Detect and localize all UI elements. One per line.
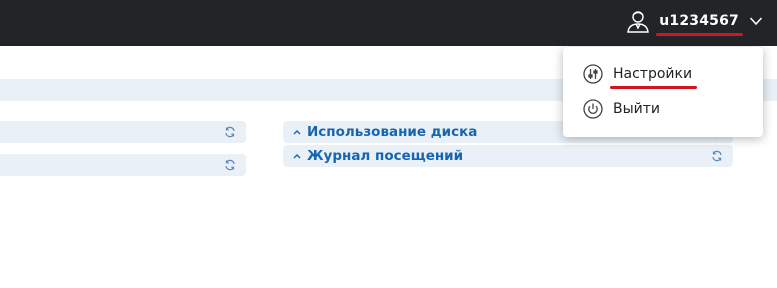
user-menu-toggle[interactable]: u1234567: [625, 0, 763, 42]
left-panel-2[interactable]: [0, 154, 246, 176]
chevron-down-icon[interactable]: [749, 16, 763, 26]
sliders-icon: [583, 64, 603, 84]
user-dropdown-menu: Настройки Выйти: [563, 47, 763, 137]
power-icon: [583, 99, 603, 119]
menu-item-settings-label[interactable]: Настройки: [610, 66, 698, 89]
visit-log-title[interactable]: Журнал посещений: [307, 148, 463, 164]
menu-item-settings[interactable]: Настройки: [583, 61, 698, 89]
menu-item-logout[interactable]: Выйти: [583, 96, 660, 122]
menu-item-logout-label[interactable]: Выйти: [613, 101, 660, 117]
top-bar: u1234567: [0, 0, 777, 46]
left-panel-1[interactable]: [0, 121, 246, 143]
username-text: u1234567: [659, 13, 739, 29]
user-avatar-icon: [627, 11, 650, 33]
settings-text: Настройки: [613, 66, 693, 82]
visit-log-panel[interactable]: Журнал посещений: [283, 145, 733, 167]
username-highlight: [656, 33, 743, 36]
refresh-icon[interactable]: [711, 150, 723, 162]
disk-usage-title[interactable]: Использование диска: [307, 124, 477, 140]
refresh-icon[interactable]: [224, 126, 236, 138]
caret-up-icon[interactable]: [291, 150, 303, 162]
settings-highlight: [610, 86, 698, 89]
refresh-icon[interactable]: [224, 159, 236, 171]
caret-up-icon[interactable]: [291, 126, 303, 138]
username[interactable]: u1234567: [656, 13, 743, 36]
